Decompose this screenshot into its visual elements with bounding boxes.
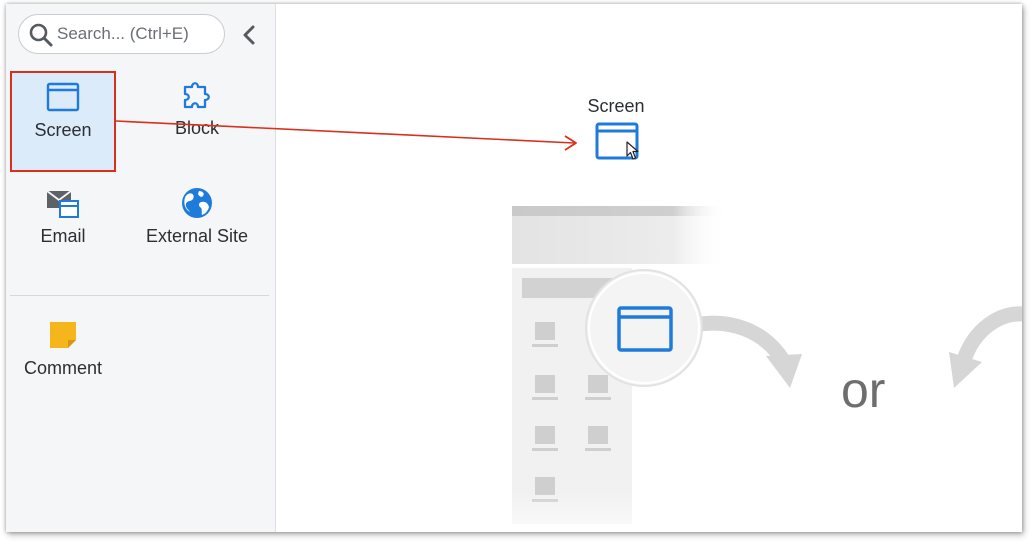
sidebar-divider <box>10 295 269 296</box>
puzzle-icon <box>183 82 210 109</box>
drop-hint-illustration <box>512 206 1022 532</box>
search-box[interactable] <box>18 14 225 54</box>
email-icon <box>46 190 79 218</box>
toolbox-item-label: Email <box>40 226 86 246</box>
toolbox-item-label: Screen <box>34 120 92 140</box>
toolbox-item-email[interactable]: Email <box>10 186 116 266</box>
screen-icon <box>46 82 80 112</box>
toolbox-item-external-site[interactable]: External Site <box>144 186 250 286</box>
mouse-cursor-icon <box>626 141 639 160</box>
sticky-note-icon <box>50 322 76 348</box>
app-window: Screen Block Email <box>6 4 1022 532</box>
globe-icon <box>182 188 212 218</box>
toolbox-item-label: External Site <box>145 226 249 246</box>
search-icon <box>29 23 53 47</box>
search-input[interactable] <box>57 23 217 45</box>
toolbox-item-block[interactable]: Block <box>144 78 250 170</box>
toolbox-item-label: Comment <box>23 358 103 378</box>
drag-preview-label: Screen <box>587 96 645 116</box>
or-text: or <box>841 362 886 418</box>
toolbox-item-screen[interactable]: Screen <box>10 71 116 172</box>
toolbox-item-comment[interactable]: Comment <box>10 318 116 388</box>
toolbox-item-label: Block <box>174 118 219 138</box>
toolbox-sidebar: Screen Block Email <box>6 4 276 532</box>
chevron-left-icon[interactable] <box>240 24 260 46</box>
